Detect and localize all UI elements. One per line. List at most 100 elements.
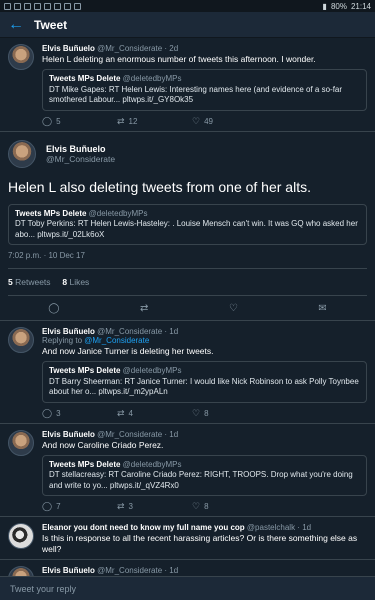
quote-author-name: Tweets MPs Delete	[15, 208, 87, 218]
author-handle: @Mr_Considerate	[97, 566, 163, 575]
like-count: 8	[204, 408, 209, 418]
quote-author-handle: @deletedbyMPs	[122, 459, 182, 469]
tweet-text: And now Janice Turner is deleting her tw…	[42, 346, 214, 356]
quote-text: DT Barry Sheerman: RT Janice Turner: I w…	[49, 376, 359, 397]
author-handle: @Mr_Considerate	[97, 327, 163, 336]
reply-composer	[0, 576, 375, 600]
heart-icon: ♡	[192, 115, 201, 126]
status-right: ▮ 80% 21:14	[323, 2, 371, 11]
avatar[interactable]	[8, 327, 34, 353]
clock: 21:14	[350, 1, 371, 11]
avatar[interactable]	[8, 523, 34, 549]
tweet-meta: Elvis Buñuelo @Mr_Considerate · 2d	[42, 44, 179, 53]
retweets-stat[interactable]: 5 Retweets	[8, 277, 51, 287]
retweet-count: 3	[128, 502, 133, 511]
quoted-tweet[interactable]: Tweets MPs Delete @deletedbyMPs DT Toby …	[8, 203, 367, 245]
reply-button[interactable]: ◯ 7	[42, 501, 117, 512]
tweet-timestamp: 7:02 p.m. · 10 Dec 17	[8, 251, 367, 269]
tweet-time: 1d	[169, 327, 179, 336]
reply-icon: ◯	[42, 115, 53, 126]
tweet-text: Helen L also deleting tweets from one of…	[8, 178, 311, 195]
author-handle: @Mr_Considerate	[46, 153, 116, 164]
avatar[interactable]	[8, 44, 34, 70]
author-handle: @Mr_Considerate	[97, 44, 163, 53]
avatar[interactable]	[8, 139, 36, 168]
retweet-icon: ⇄	[117, 501, 125, 511]
like-button[interactable]: ♡ 8	[192, 501, 267, 512]
author-handle: @Mr_Considerate	[97, 429, 163, 439]
avatar[interactable]	[8, 429, 34, 456]
battery-level: 80%	[330, 1, 347, 11]
heart-icon: ♡	[192, 407, 201, 418]
tweet-text: Is this in response to all the recent ha…	[42, 533, 358, 554]
likes-stat[interactable]: 8 Likes	[62, 277, 89, 287]
retweet-count: 12	[128, 116, 138, 126]
tweet-time: 1d	[302, 523, 312, 532]
quote-author-name: Tweets MPs Delete	[49, 459, 121, 469]
reply-count: 7	[56, 502, 61, 511]
like-button[interactable]: ♡ 8	[192, 408, 267, 419]
retweet-button[interactable]: ⇄ 4	[117, 408, 192, 419]
reply-input[interactable]	[10, 583, 365, 594]
reply-tweet[interactable]: Elvis Buñuelo @Mr_Considerate · 1d Reply…	[0, 321, 375, 424]
dm-icon[interactable]: ✉	[318, 303, 326, 314]
quote-text: DT Mike Gapes: RT Helen Lewis: Interesti…	[49, 84, 343, 105]
tweet-meta: Elvis Buñuelo @Mr_Considerate · 1d	[42, 566, 179, 575]
quote-author-handle: @deletedbyMPs	[88, 208, 148, 218]
reply-tweet[interactable]: Elvis Buñuelo @Mr_Considerate · 1d	[0, 560, 375, 576]
heart-icon[interactable]: ♡	[229, 303, 238, 314]
quoted-tweet[interactable]: Tweets MPs Delete @deletedbyMPs DT Mike …	[42, 69, 367, 111]
tweet-time: 1d	[169, 429, 179, 439]
tweet-text: Helen L deleting an enormous number of t…	[42, 54, 316, 64]
main-tweet-actions: ◯ ⇄ ♡ ✉	[8, 296, 367, 314]
author-name[interactable]: Elvis Buñuelo	[42, 327, 95, 336]
author-name[interactable]: Eleanor you dont need to know my full na…	[42, 523, 245, 532]
author-name[interactable]: Elvis Buñuelo	[42, 44, 95, 53]
page-title: Tweet	[34, 17, 68, 32]
reply-icon[interactable]: ◯	[48, 303, 59, 314]
battery-icon: ▮	[322, 1, 327, 11]
tweet-actions: ◯ 3 ⇄ 4 ♡ 8	[42, 408, 367, 419]
like-count: 49	[204, 116, 213, 126]
reply-icon: ◯	[42, 407, 53, 418]
retweet-button[interactable]: ⇄ 3	[117, 501, 192, 512]
reply-button[interactable]: ◯ 5	[42, 116, 117, 127]
reply-tweet[interactable]: Eleanor you dont need to know my full na…	[0, 517, 375, 560]
parent-tweet[interactable]: Elvis Buñuelo @Mr_Considerate · 2d Helen…	[0, 38, 375, 132]
retweet-icon[interactable]: ⇄	[140, 303, 148, 314]
quote-text: DT stellacreasy: RT Caroline Criado Pere…	[49, 470, 353, 490]
retweet-count: 4	[128, 408, 133, 418]
tweet-meta: Elvis Buñuelo @Mr_Considerate · 1d	[42, 327, 179, 336]
top-bar: ← Tweet	[0, 12, 375, 38]
tweet-actions: ◯ 7 ⇄ 3 ♡ 8	[42, 501, 367, 512]
quote-author-name: Tweets MPs Delete	[49, 366, 121, 375]
author-name[interactable]: Elvis Buñuelo	[42, 566, 95, 575]
status-bar: ▮ 80% 21:14	[0, 0, 375, 12]
author-name[interactable]: Elvis Buñuelo	[42, 430, 95, 439]
heart-icon: ♡	[192, 501, 201, 511]
quoted-tweet[interactable]: Tweets MPs Delete @deletedbyMPs DT stell…	[42, 454, 367, 496]
tweet-text: And now Caroline Criado Perez.	[42, 439, 164, 450]
like-count: 8	[204, 502, 209, 511]
reply-count: 3	[56, 408, 61, 418]
tweet-stats: 5 Retweets 8 Likes	[8, 269, 367, 296]
author-name[interactable]: Elvis Buñuelo	[46, 144, 115, 154]
reply-count: 5	[56, 116, 61, 126]
reply-to-link[interactable]: @Mr_Considerate	[84, 336, 149, 345]
reply-button[interactable]: ◯ 3	[42, 408, 117, 419]
retweet-button[interactable]: ⇄ 12	[117, 116, 192, 127]
back-arrow-icon[interactable]: ←	[8, 16, 28, 34]
notification-icons	[4, 2, 81, 10]
reply-tweet[interactable]: Elvis Buñuelo @Mr_Considerate · 1d And n…	[0, 424, 375, 517]
quoted-tweet[interactable]: Tweets MPs Delete @deletedbyMPs DT Barry…	[42, 361, 367, 403]
quote-author-handle: @deletedbyMPs	[122, 74, 182, 83]
tweet-time: 1d	[169, 566, 179, 575]
reply-icon: ◯	[42, 501, 53, 511]
avatar[interactable]	[8, 566, 34, 576]
quote-author-name: Tweets MPs Delete	[49, 74, 121, 83]
replying-to: Replying to @Mr_Considerate	[42, 336, 150, 345]
author-handle: @pastelchalk	[246, 523, 296, 532]
tweet-meta: Eleanor you dont need to know my full na…	[42, 523, 312, 532]
quote-text: DT Toby Perkins: RT Helen Lewis-Hasteley…	[15, 219, 358, 239]
like-button[interactable]: ♡ 49	[192, 116, 267, 127]
